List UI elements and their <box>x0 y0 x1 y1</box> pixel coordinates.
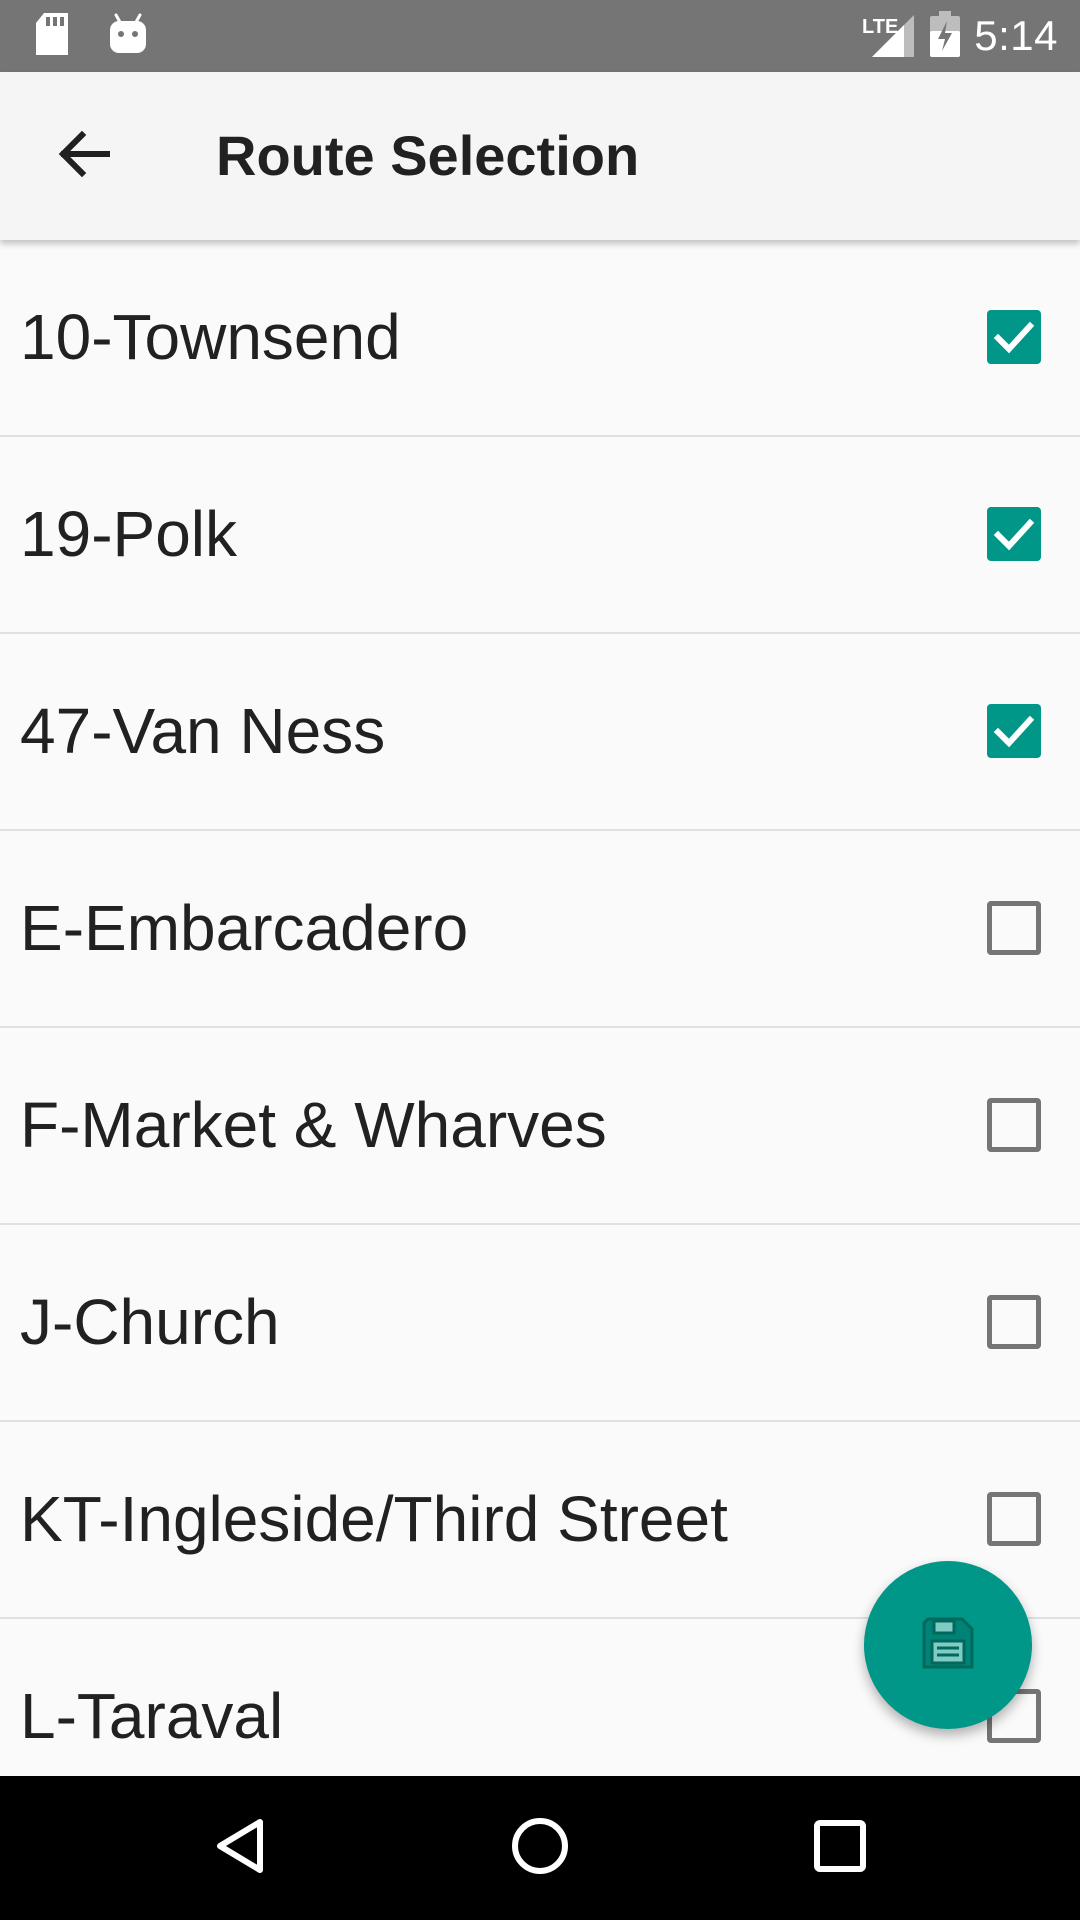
status-bar-right: LTE 5:14 <box>860 0 1058 72</box>
sd-card-icon <box>34 12 70 60</box>
route-label: J-Church <box>20 1286 280 1358</box>
route-label: 19-Polk <box>20 498 237 570</box>
save-icon <box>920 1615 976 1676</box>
battery-charging-icon <box>930 10 961 62</box>
status-clock: 5:14 <box>974 12 1058 59</box>
route-checkbox-checked[interactable] <box>987 507 1041 561</box>
status-bar-left <box>34 12 148 60</box>
route-row[interactable]: J-Church <box>0 1225 1080 1422</box>
route-checkbox-checked[interactable] <box>987 704 1041 758</box>
route-checkbox-checked[interactable] <box>987 310 1041 364</box>
route-row[interactable]: 10-Townsend <box>0 240 1080 437</box>
route-checkbox-unchecked[interactable] <box>987 901 1041 955</box>
nav-back-button[interactable] <box>160 1776 320 1920</box>
navigation-bar <box>0 1776 1080 1920</box>
route-label: 47-Van Ness <box>20 695 386 767</box>
checkmark-icon <box>993 715 1035 748</box>
route-row[interactable]: F-Market & Wharves <box>0 1028 1080 1225</box>
route-label: F-Market & Wharves <box>20 1089 607 1161</box>
app-bar: Route Selection <box>0 72 1080 240</box>
route-row[interactable]: 19-Polk <box>0 437 1080 634</box>
route-checkbox-unchecked[interactable] <box>987 1098 1041 1152</box>
route-row[interactable]: 47-Van Ness <box>0 634 1080 831</box>
checkmark-icon <box>993 518 1035 551</box>
checkmark-icon <box>993 321 1035 354</box>
route-label: L-Taraval <box>20 1680 284 1752</box>
route-checkbox-unchecked[interactable] <box>987 1295 1041 1349</box>
back-button[interactable] <box>36 114 132 198</box>
route-row[interactable]: E-Embarcadero <box>0 831 1080 1028</box>
status-bar: LTE 5:14 <box>0 0 1080 72</box>
route-list: 10-Townsend 19-Polk 47-Van Ness E-Embarc… <box>0 240 1080 1776</box>
route-label: E-Embarcadero <box>20 892 469 964</box>
save-button[interactable] <box>864 1561 1032 1729</box>
arrow-back-icon <box>58 130 111 183</box>
recents-square-icon <box>810 1816 870 1881</box>
route-label: KT-Ingleside/Third Street <box>20 1483 728 1555</box>
network-type-label: LTE <box>862 16 898 38</box>
nav-home-button[interactable] <box>460 1776 620 1920</box>
home-circle-icon <box>510 1816 570 1881</box>
back-triangle-icon <box>210 1816 270 1881</box>
signal-icon: LTE <box>860 11 916 62</box>
route-label: 10-Townsend <box>20 301 401 373</box>
android-icon <box>108 13 148 60</box>
nav-recents-button[interactable] <box>760 1776 920 1920</box>
route-checkbox-unchecked[interactable] <box>987 1492 1041 1546</box>
page-title: Route Selection <box>216 124 640 187</box>
